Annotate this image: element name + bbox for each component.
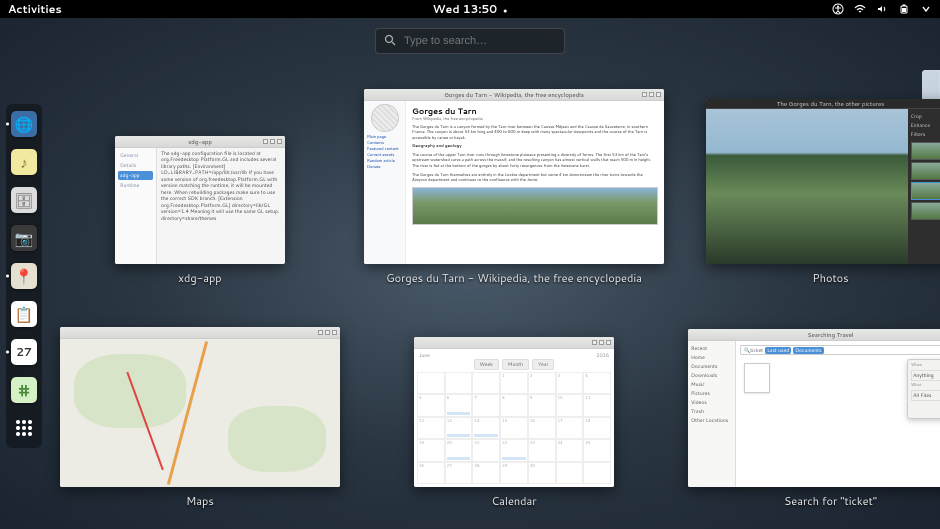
photo-thumb <box>911 182 940 200</box>
apps-grid-icon <box>16 420 32 436</box>
notification-dot-icon <box>501 1 507 17</box>
place-item: Home <box>691 353 732 362</box>
photo-thumb <box>911 202 940 220</box>
file-search-bar: 🔍 ticket Last used Documents <box>740 345 940 355</box>
overview-search[interactable] <box>375 28 565 54</box>
wifi-icon <box>854 3 866 15</box>
sidebar-item: Runtime <box>118 181 153 190</box>
dash-todo[interactable]: 📋 <box>10 300 38 328</box>
place-item: Trash <box>691 407 732 416</box>
dash: 🌐 ♪ 🗄 📷 📍 📋 27 # <box>6 104 42 448</box>
search-input[interactable] <box>404 35 556 47</box>
window-label: Calendar <box>491 493 536 509</box>
search-filter-popover: When Anything What All Files <box>907 359 940 419</box>
sidebar-item: General <box>118 151 153 160</box>
battery-icon <box>898 3 910 15</box>
window-maps[interactable] <box>60 327 340 487</box>
window-title: The Gorges du Tarn, the other pictures <box>777 99 884 108</box>
place-item: Music <box>691 380 732 389</box>
place-item: Recent <box>691 344 732 353</box>
content-text: The xdg-app configuration file is locate… <box>157 148 285 264</box>
chevron-down-icon <box>920 3 932 15</box>
calendar-grid: 1234 567891011 12131415161718 1920212223… <box>417 372 611 484</box>
place-item: Pictures <box>691 389 732 398</box>
panorama-image <box>412 187 658 225</box>
clock[interactable]: Wed 13:50 <box>433 1 508 17</box>
place-item: Downloads <box>691 371 732 380</box>
photo-thumb <box>911 162 940 180</box>
window-calendar[interactable]: June 2016 Week Month Year 1234 567891011… <box>414 337 614 487</box>
dash-maps[interactable]: 📍 <box>10 262 38 290</box>
dash-camera[interactable]: 📷 <box>10 224 38 252</box>
view-toggle: Month <box>502 359 529 370</box>
photo-thumb <box>911 142 940 160</box>
file-result <box>744 363 770 393</box>
map-canvas <box>60 339 340 487</box>
accessibility-icon <box>832 3 844 15</box>
wikipedia-logo-icon <box>371 104 399 132</box>
window-title: Searching Travel <box>808 330 854 339</box>
dash-music[interactable]: ♪ <box>10 148 38 176</box>
window-xdg-app[interactable]: xdg-app General Details xdg-app Runtime … <box>115 136 285 264</box>
window-label: Photos <box>812 270 848 286</box>
window-photos[interactable]: The Gorges du Tarn, the other pictures C… <box>706 99 940 264</box>
sidebar-item: xdg-app <box>118 171 153 180</box>
window-label: xdg-app <box>178 270 221 286</box>
place-item: Documents <box>691 362 732 371</box>
article-title: Gorges du Tarn <box>412 105 658 117</box>
dash-web-browser[interactable]: 🌐 <box>10 110 38 138</box>
dash-calendar[interactable]: 27 <box>10 338 38 366</box>
dash-files[interactable]: 🗄 <box>10 186 38 214</box>
search-icon <box>384 33 396 50</box>
clock-label: Wed 13:50 <box>433 1 498 17</box>
view-toggle: Year <box>532 359 554 370</box>
window-title: xdg-app <box>188 137 212 146</box>
calendar-year: 2016 <box>596 352 609 359</box>
window-label: Search for "ticket" <box>784 493 877 509</box>
photo-tool: Filters <box>911 130 940 139</box>
window-file-search[interactable]: Searching Travel Recent Home Documents D… <box>688 329 940 487</box>
sidebar-item: Details <box>118 161 153 170</box>
system-tray[interactable] <box>832 3 932 15</box>
window-title: Gorges du Tarn - Wikipedia, the free enc… <box>444 90 584 99</box>
photo-tool: Crop <box>911 112 940 121</box>
place-item: Videos <box>691 398 732 407</box>
volume-icon <box>876 3 888 15</box>
view-toggle: Week <box>474 359 499 370</box>
activities-button[interactable]: Activities <box>8 1 62 17</box>
window-label: Maps <box>186 493 214 509</box>
window-label: Gorges du Tarn - Wikipedia, the free enc… <box>386 270 642 286</box>
show-applications-button[interactable] <box>10 414 38 442</box>
place-item: Other Locations <box>691 416 732 425</box>
calendar-month: June <box>419 352 430 359</box>
dash-polari[interactable]: # <box>10 376 38 404</box>
photo-canvas <box>706 109 908 264</box>
photo-tool: Enhance <box>911 121 940 130</box>
window-wikipedia[interactable]: Gorges du Tarn - Wikipedia, the free enc… <box>364 89 664 264</box>
